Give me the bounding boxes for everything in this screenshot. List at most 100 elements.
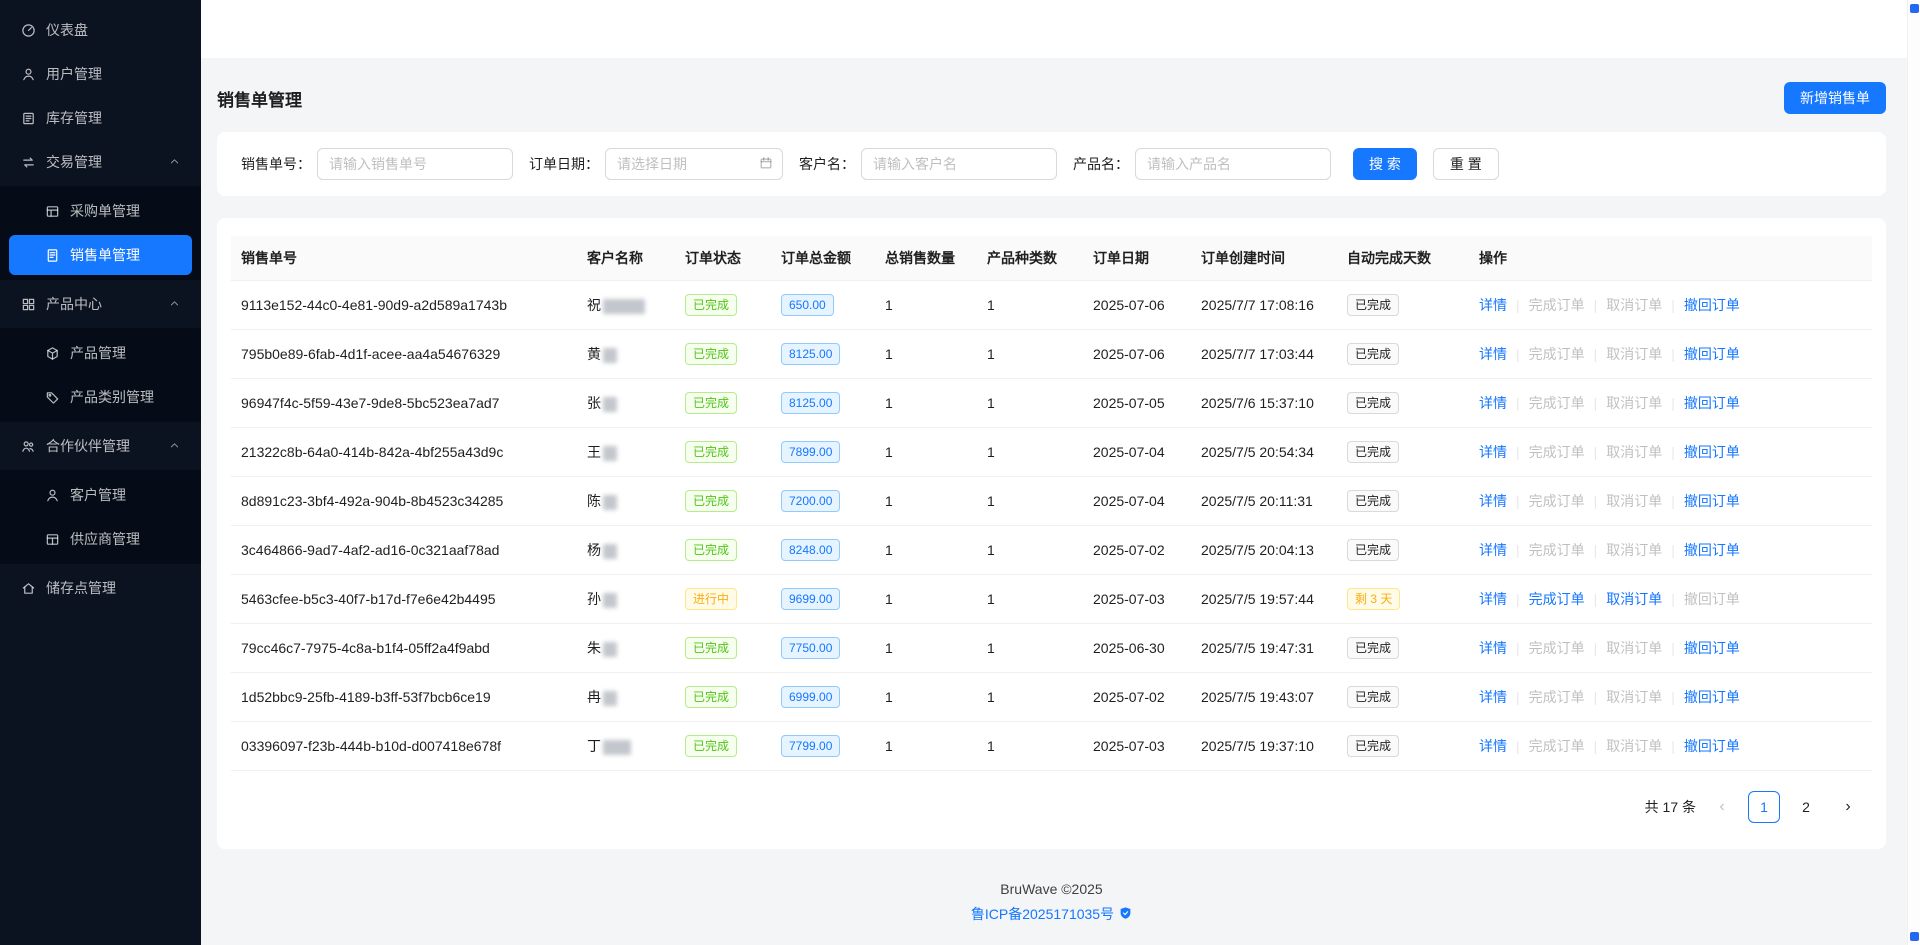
detail-link[interactable]: 详情 <box>1479 689 1507 705</box>
icp-link[interactable]: 鲁ICP备2025171035号 <box>971 904 1114 924</box>
customer-cell: 王 <box>577 428 675 477</box>
sidebar-item-label: 客户管理 <box>70 485 126 505</box>
withdraw-order-link[interactable]: 撤回订单 <box>1684 346 1740 362</box>
sidebar-item-users[interactable]: 用户管理 <box>9 54 192 94</box>
quantity-cell: 1 <box>875 624 977 673</box>
withdraw-order-link[interactable]: 撤回订单 <box>1684 444 1740 460</box>
created-at-cell: 2025/7/5 20:04:13 <box>1191 526 1337 575</box>
detail-link[interactable]: 详情 <box>1479 738 1507 754</box>
detail-link[interactable]: 详情 <box>1479 542 1507 558</box>
customer-cell: 孙 <box>577 575 675 624</box>
sidebar-item-purchase-orders[interactable]: 采购单管理 <box>9 191 192 231</box>
created-at-cell: 2025/7/7 17:08:16 <box>1191 281 1337 330</box>
status-tag: 已完成 <box>685 735 737 757</box>
table-head-row: 销售单号客户名称订单状态订单总金额总销售数量产品种类数订单日期订单创建时间自动完… <box>231 236 1872 281</box>
transaction-icon <box>21 155 36 170</box>
sidebar-group-products[interactable]: 产品中心 <box>9 284 192 324</box>
withdraw-order-link[interactable]: 撤回订单 <box>1684 738 1740 754</box>
status-tag: 已完成 <box>685 392 737 414</box>
withdraw-order-link[interactable]: 撤回订单 <box>1684 640 1740 656</box>
detail-link[interactable]: 详情 <box>1479 444 1507 460</box>
withdraw-order-link[interactable]: 撤回订单 <box>1684 395 1740 411</box>
detail-link[interactable]: 详情 <box>1479 591 1507 607</box>
pagination-page-1[interactable]: 1 <box>1748 791 1780 823</box>
search-button[interactable]: 搜 索 <box>1353 148 1417 180</box>
order-date-cell: 2025-06-30 <box>1083 624 1191 673</box>
order-date-cell: 2025-07-03 <box>1083 575 1191 624</box>
customer-input[interactable] <box>861 148 1057 180</box>
sidebar-group-transactions[interactable]: 交易管理 <box>9 142 192 182</box>
sidebar-item-label: 仪表盘 <box>46 20 88 40</box>
quantity-cell: 1 <box>875 722 977 771</box>
sidebar-item-product-categories[interactable]: 产品类别管理 <box>9 377 192 417</box>
column-header: 订单日期 <box>1083 236 1191 281</box>
auto-complete-tag: 已完成 <box>1347 735 1399 757</box>
redacted-customer-name <box>603 593 617 608</box>
sales-order-table: 销售单号客户名称订单状态订单总金额总销售数量产品种类数订单日期订单创建时间自动完… <box>231 236 1872 771</box>
table-row: 1d52bbc9-25fb-4189-b3ff-53f7bcb6ce19 冉 已… <box>231 673 1872 722</box>
withdraw-order-link[interactable]: 撤回订单 <box>1684 689 1740 705</box>
sidebar-item-label: 供应商管理 <box>70 529 140 549</box>
content: 销售单管理 新增销售单 销售单号： 订单日期： <box>201 58 1920 944</box>
redacted-customer-name <box>603 299 645 314</box>
withdraw-order-link[interactable]: 撤回订单 <box>1684 542 1740 558</box>
sidebar-item-storage[interactable]: 储存点管理 <box>9 568 192 608</box>
complete-order-link: 完成订单 <box>1529 346 1585 362</box>
sidebar-item-product-management[interactable]: 产品管理 <box>9 333 192 373</box>
complete-order-link[interactable]: 完成订单 <box>1529 591 1585 607</box>
action-separator: | <box>1671 640 1675 656</box>
shield-icon <box>1119 906 1132 923</box>
detail-link[interactable]: 详情 <box>1479 395 1507 411</box>
detail-link[interactable]: 详情 <box>1479 346 1507 362</box>
reset-button[interactable]: 重 置 <box>1433 148 1499 180</box>
action-separator: | <box>1671 738 1675 754</box>
table-row: 96947f4c-5f59-43e7-9de8-5bc523ea7ad7 张 已… <box>231 379 1872 428</box>
action-separator: | <box>1516 444 1520 460</box>
actions-cell: 详情|完成订单|取消订单|撤回订单 <box>1469 575 1872 624</box>
detail-link[interactable]: 详情 <box>1479 493 1507 509</box>
complete-order-link: 完成订单 <box>1529 689 1585 705</box>
sidebar-item-dashboard[interactable]: 仪表盘 <box>9 10 192 50</box>
column-header: 订单总金额 <box>771 236 875 281</box>
filter-bar: 销售单号： 订单日期： 客户名： 产 <box>217 132 1886 196</box>
redacted-customer-name <box>603 397 617 412</box>
auto-complete-tag: 剩 3 天 <box>1347 588 1400 610</box>
pagination-page-2[interactable]: 2 <box>1790 791 1822 823</box>
detail-link[interactable]: 详情 <box>1479 640 1507 656</box>
detail-link[interactable]: 详情 <box>1479 297 1507 313</box>
pagination-next-button[interactable]: › <box>1832 791 1864 823</box>
add-sales-order-button[interactable]: 新增销售单 <box>1784 82 1886 114</box>
withdraw-order-link[interactable]: 撤回订单 <box>1684 493 1740 509</box>
sidebar-item-suppliers[interactable]: 供应商管理 <box>9 519 192 559</box>
scroll-up-button[interactable] <box>1910 4 1919 13</box>
created-at-cell: 2025/7/5 20:54:34 <box>1191 428 1337 477</box>
table-row: 795b0e89-6fab-4d1f-acee-aa4a54676329 黄 已… <box>231 330 1872 379</box>
order-id-cell: 96947f4c-5f59-43e7-9de8-5bc523ea7ad7 <box>231 379 577 428</box>
scroll-down-button[interactable] <box>1910 932 1919 941</box>
action-separator: | <box>1594 689 1598 705</box>
sales-order-icon <box>45 248 60 263</box>
sidebar: 仪表盘 用户管理 库存管理 交易管理 <box>0 0 201 945</box>
cancel-order-link[interactable]: 取消订单 <box>1606 591 1662 607</box>
scrollbar[interactable] <box>1907 0 1920 945</box>
status-tag: 已完成 <box>685 441 737 463</box>
column-header: 订单创建时间 <box>1191 236 1337 281</box>
customer-cell: 丁 <box>577 722 675 771</box>
sidebar-item-sales-orders[interactable]: 销售单管理 <box>9 235 192 275</box>
amount-tag: 9699.00 <box>781 588 840 610</box>
quantity-cell: 1 <box>875 575 977 624</box>
complete-order-link: 完成订单 <box>1529 493 1585 509</box>
order-date-input[interactable] <box>605 148 783 180</box>
sidebar-item-customers[interactable]: 客户管理 <box>9 475 192 515</box>
sidebar-item-inventory[interactable]: 库存管理 <box>9 98 192 138</box>
sales-no-input[interactable] <box>317 148 513 180</box>
action-separator: | <box>1594 493 1598 509</box>
auto-complete-tag: 已完成 <box>1347 294 1399 316</box>
sidebar-group-partners[interactable]: 合作伙伴管理 <box>9 426 192 466</box>
auto-complete-tag: 已完成 <box>1347 392 1399 414</box>
app-window: 仪表盘 用户管理 库存管理 交易管理 <box>0 0 1920 945</box>
customer-label: 客户名： <box>799 154 855 174</box>
withdraw-order-link[interactable]: 撤回订单 <box>1684 297 1740 313</box>
order-id-cell: 03396097-f23b-444b-b10d-d007418e678f <box>231 722 577 771</box>
product-input[interactable] <box>1135 148 1331 180</box>
